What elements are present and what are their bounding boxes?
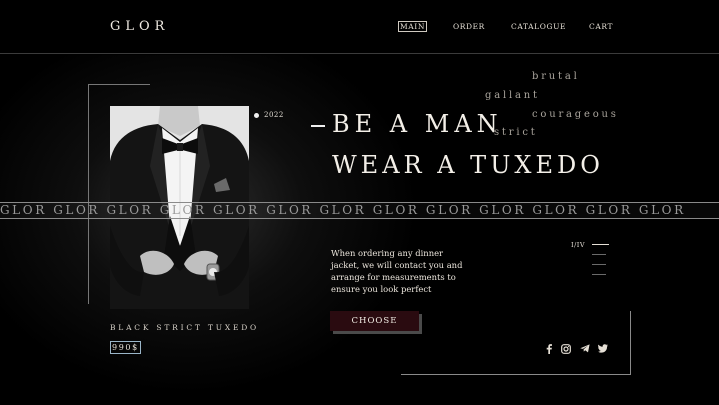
choose-button[interactable]: CHOOSE bbox=[330, 311, 419, 331]
headline-dash bbox=[311, 125, 325, 127]
telegram-icon[interactable] bbox=[579, 343, 590, 354]
facebook-icon[interactable] bbox=[543, 343, 554, 354]
nav-item-main[interactable]: MAIN bbox=[398, 21, 428, 32]
year-label: 2022 bbox=[264, 111, 284, 119]
brand-marquee: GLOR GLOR GLOR GLOR GLOR GLOR GLOR GLOR … bbox=[0, 202, 719, 219]
content-frame-line bbox=[401, 374, 631, 375]
twitter-icon[interactable] bbox=[597, 343, 608, 354]
nav-item-cart[interactable]: CART bbox=[589, 22, 613, 31]
main-nav: MAIN ORDER CATALOGUE CART bbox=[0, 21, 719, 36]
pagination-line-1[interactable] bbox=[592, 244, 609, 245]
nav-item-order[interactable]: ORDER bbox=[453, 22, 485, 31]
headline-line-2: WEAR A TUXEDO bbox=[332, 151, 604, 179]
word-strict: strict bbox=[494, 127, 538, 138]
headline-line-1: BE A MAN bbox=[332, 110, 503, 138]
pagination-line-2[interactable] bbox=[592, 254, 606, 255]
marquee-text: GLOR GLOR GLOR GLOR GLOR GLOR GLOR GLOR … bbox=[0, 203, 686, 217]
year-dot-icon bbox=[254, 113, 259, 118]
product-name: BLACK STRICT TUXEDO bbox=[110, 323, 260, 332]
content-frame-line bbox=[630, 311, 631, 374]
word-gallant: gallant bbox=[485, 90, 540, 101]
hero-description: When ordering any dinner jacket, we will… bbox=[331, 248, 463, 294]
nav-item-catalogue[interactable]: CATALOGUE bbox=[511, 22, 566, 31]
product-price: 990$ bbox=[110, 341, 141, 354]
slide-counter: I/IV bbox=[571, 241, 586, 249]
photo-frame-line bbox=[88, 84, 89, 304]
word-brutal: brutal bbox=[532, 71, 580, 82]
pagination-line-3[interactable] bbox=[592, 264, 606, 265]
photo-frame-line bbox=[88, 84, 150, 85]
instagram-icon[interactable] bbox=[560, 343, 571, 354]
header-divider bbox=[0, 53, 719, 54]
word-courageous: courageous bbox=[532, 109, 619, 120]
pagination-line-4[interactable] bbox=[592, 274, 606, 275]
